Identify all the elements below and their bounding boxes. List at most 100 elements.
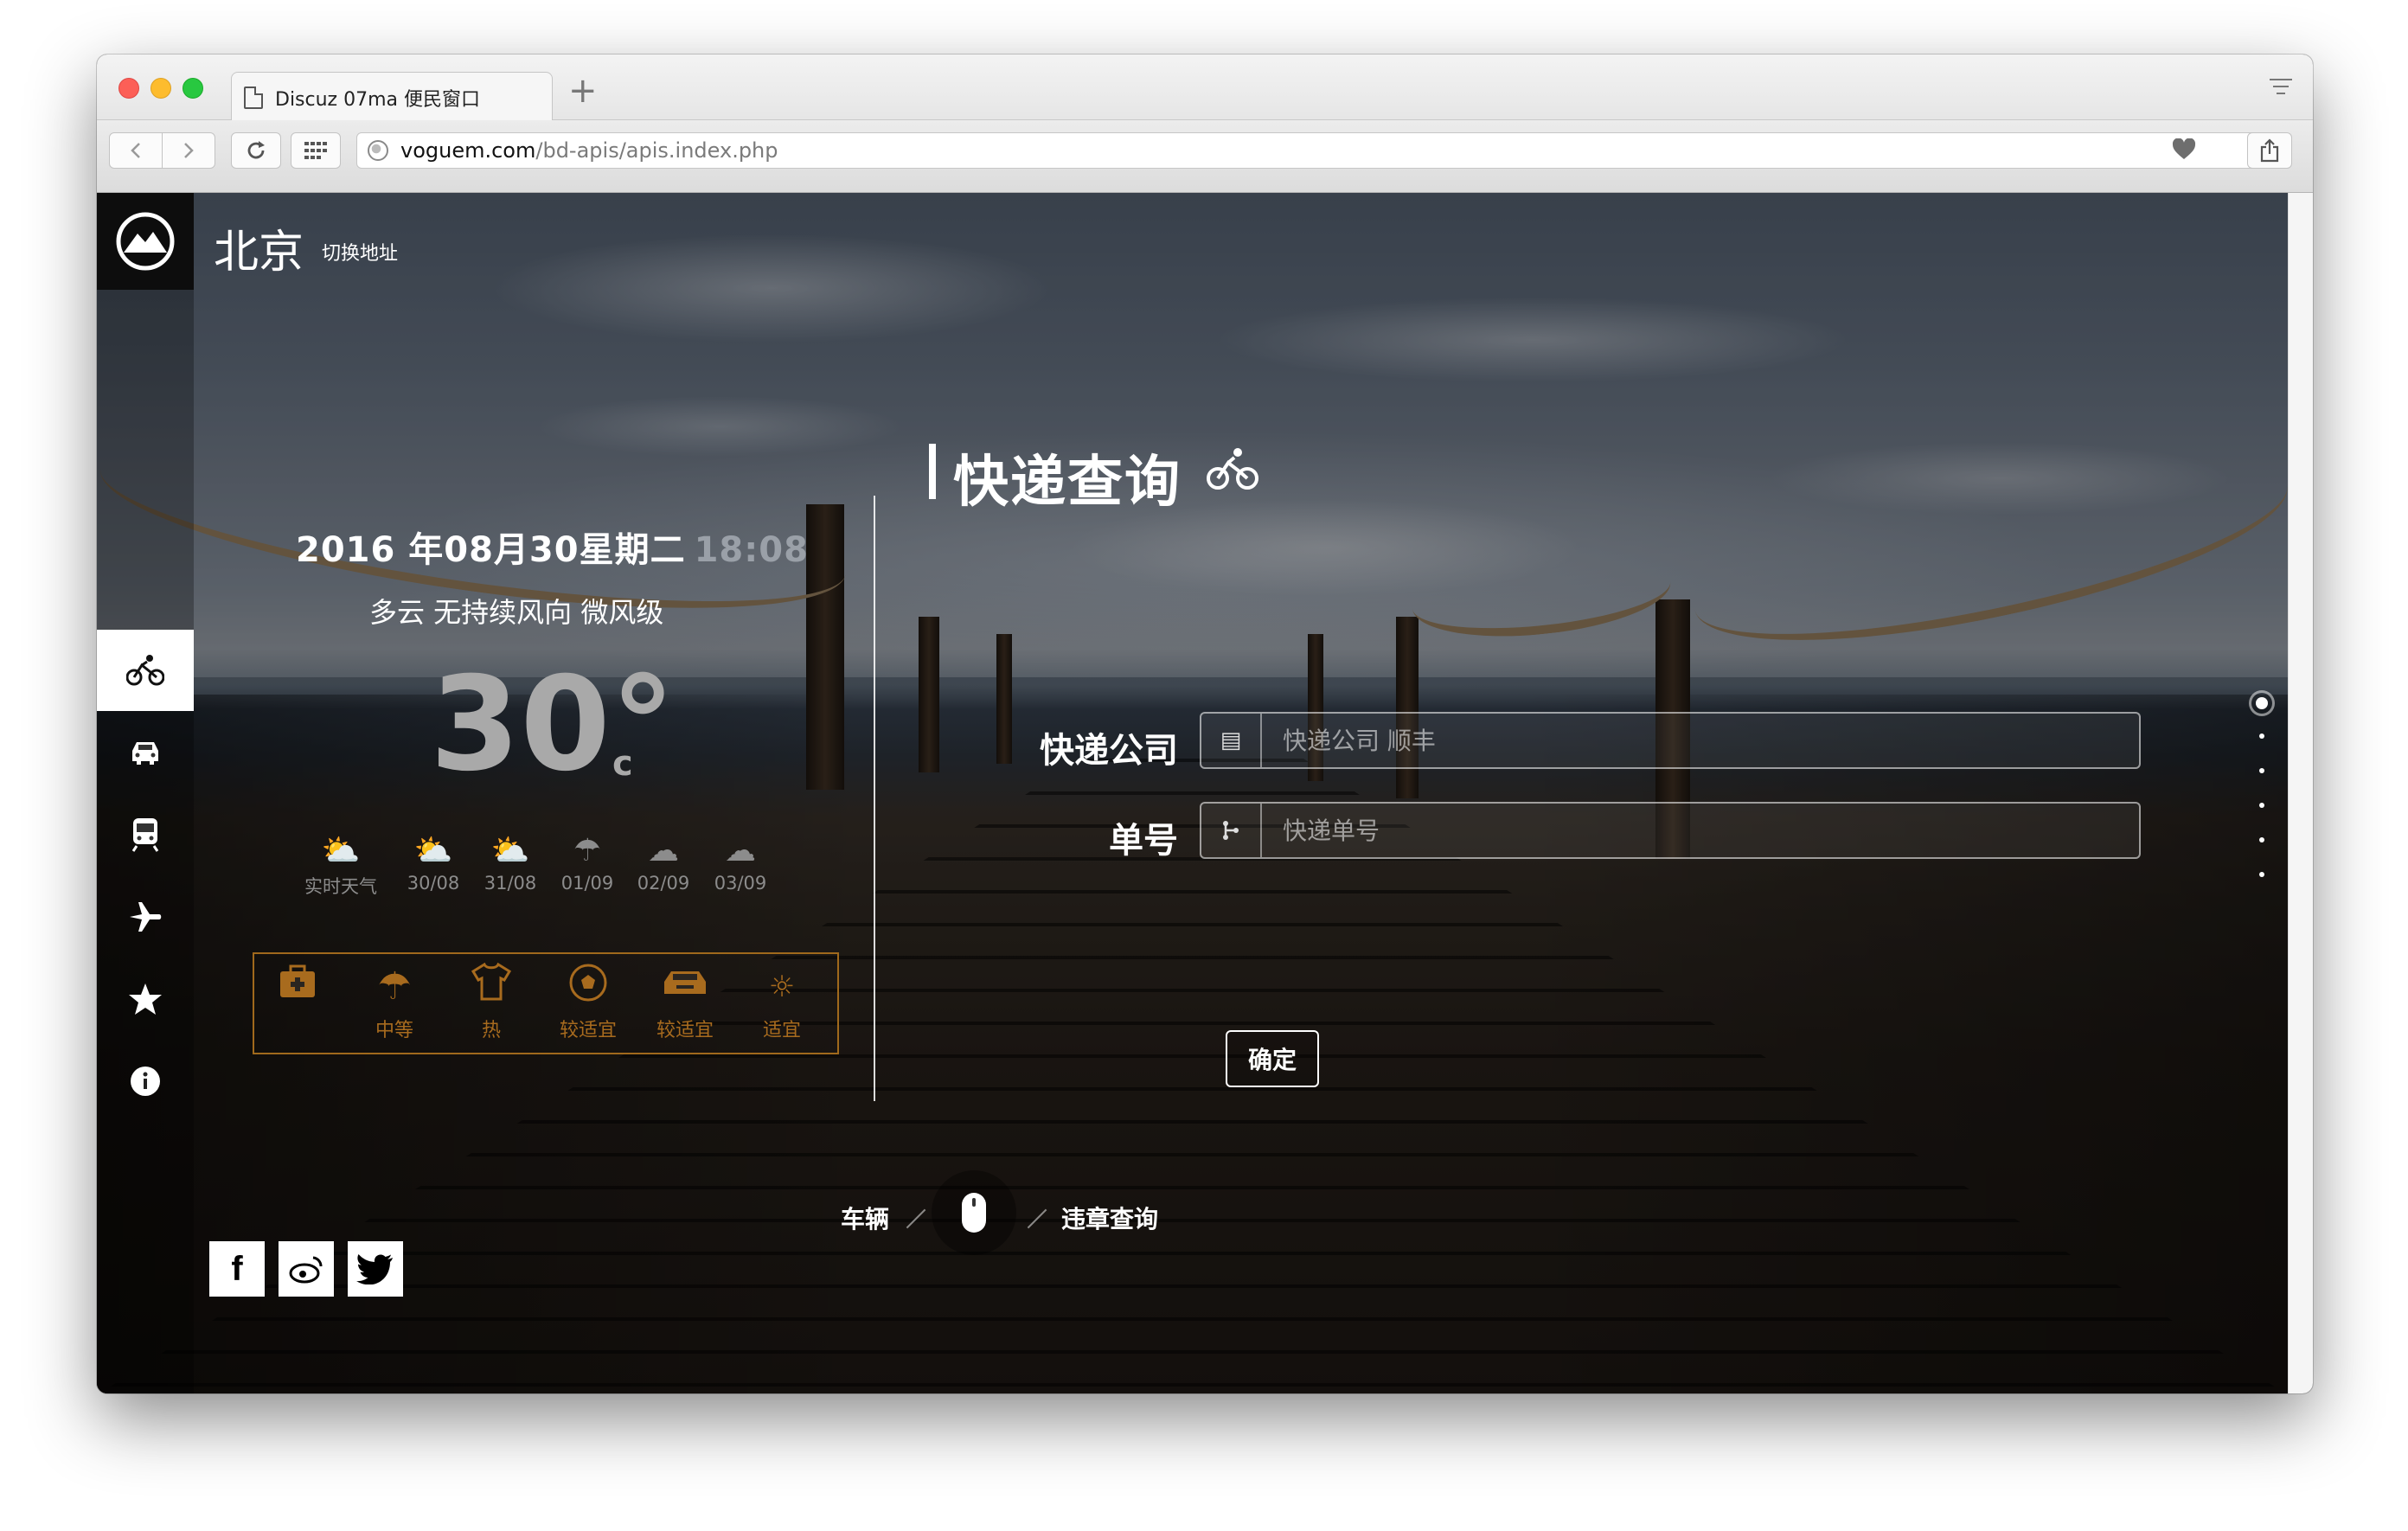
airplane-icon (130, 902, 162, 932)
mouse-icon (962, 1193, 986, 1233)
next-section-link[interactable]: 违章查询 (1061, 1201, 1158, 1235)
tab-title: Discuz 07ma 便民窗口 (275, 88, 480, 111)
new-tab-button[interactable]: + (568, 74, 598, 108)
life-index-item (254, 963, 341, 1015)
forecast-item: ☁ 03/09 (701, 833, 779, 894)
section-dot[interactable] (2259, 837, 2264, 842)
share-icon (2260, 138, 2279, 163)
life-index-item: 较适宜 (545, 963, 631, 1042)
company-label: 快递公司 (1040, 731, 1178, 771)
company-input[interactable] (1262, 726, 2040, 755)
first-aid-icon (254, 963, 341, 1011)
info-icon (131, 1067, 160, 1096)
sun-icon: ☼ (768, 970, 796, 1004)
scroll-mouse-button[interactable] (932, 1170, 1016, 1255)
thunder-icon: ☁ (648, 833, 679, 868)
url-text: voguem.com/bd-apis/apis.index.php (400, 138, 778, 163)
browser-tab-active[interactable]: Discuz 07ma 便民窗口 (231, 72, 553, 122)
forecast-item: ⛅ 31/08 (471, 833, 549, 894)
browser-window: Discuz 07ma 便民窗口 + voguem.com/bd-apis/ap… (97, 54, 2313, 1393)
forecast-item: ☁ 02/09 (624, 833, 702, 894)
weather-description: 多云 无持续风向 微风级 (369, 596, 664, 629)
close-window-button[interactable] (118, 78, 139, 99)
number-label: 单号 (1109, 821, 1178, 861)
sidebar-item-favorites[interactable] (97, 958, 194, 1040)
scroll-nav: 车辆 违章查询 (841, 1166, 1187, 1261)
branch-icon (1201, 804, 1262, 857)
divider (874, 496, 875, 1101)
share-button[interactable] (2247, 132, 2292, 169)
facebook-icon[interactable]: f (209, 1241, 265, 1297)
back-button[interactable] (109, 132, 163, 169)
sidebar-item-flight[interactable] (97, 876, 194, 958)
life-index-item: ☂ 中等 (351, 963, 438, 1042)
umbrella-icon: ☂ (377, 964, 412, 1009)
partly-cloudy-icon: ⛅ (321, 833, 361, 868)
minimize-window-button[interactable] (150, 78, 171, 99)
weibo-icon[interactable] (279, 1241, 334, 1297)
browser-toolbar: voguem.com/bd-apis/apis.index.php (97, 120, 2313, 193)
sidebar-item-info[interactable] (97, 1041, 194, 1122)
life-index-item: ☼ 适宜 (739, 963, 825, 1042)
partly-cloudy-icon: ⛅ (413, 833, 453, 868)
twitter-icon[interactable] (348, 1241, 403, 1297)
number-field[interactable] (1200, 802, 2141, 859)
weather-date: 2016 年08月30星期二 18:08 (296, 530, 809, 570)
section-dot[interactable] (2259, 872, 2264, 877)
life-index-panel: ☂ 中等 热 较适宜 较适宜 ☼ 适宜 (253, 952, 839, 1054)
section-dot[interactable] (2259, 768, 2264, 773)
weather-time: 18:08 (694, 530, 809, 570)
prev-section-link[interactable]: 车辆 (841, 1201, 889, 1235)
car-wash-icon (642, 963, 728, 1011)
company-field[interactable]: ▤ (1200, 712, 2141, 769)
page-icon (244, 86, 263, 109)
section-dot-active[interactable] (2249, 690, 2275, 716)
train-icon (131, 818, 159, 852)
tshirt-icon (448, 962, 535, 1011)
forecast-item: ⛅ 实时天气 (302, 833, 380, 899)
number-input[interactable] (1262, 816, 2040, 845)
reload-icon (247, 141, 265, 159)
maximize-window-button[interactable] (183, 78, 203, 99)
address-bar[interactable]: voguem.com/bd-apis/apis.index.php (356, 132, 2280, 169)
sidebar-item-car[interactable] (97, 712, 194, 793)
chevron-left-icon (131, 143, 140, 158)
grid-icon (304, 142, 327, 159)
express-title: 快递查询 (953, 451, 1182, 515)
tab-bar: Discuz 07ma 便民窗口 + (97, 54, 2313, 122)
logo[interactable] (97, 193, 194, 290)
forecast-item: ⛅ 30/08 (394, 833, 472, 894)
page-scrollbar[interactable] (2288, 193, 2313, 1393)
rain-icon: ☂ (573, 833, 602, 868)
temperature: 30° (430, 650, 676, 800)
city-name: 北京 (214, 227, 304, 279)
section-dot[interactable] (2259, 803, 2264, 808)
top-sites-button[interactable] (291, 132, 341, 169)
forward-button[interactable] (162, 132, 215, 169)
life-index-item: 热 (448, 962, 535, 1042)
car-icon (132, 742, 158, 765)
sidebar-item-train[interactable] (97, 794, 194, 875)
life-index-item: 较适宜 (642, 963, 728, 1042)
globe-icon (368, 140, 388, 161)
bicycle-icon (126, 655, 164, 686)
sidebar (97, 193, 194, 1393)
heart-icon[interactable] (2172, 138, 2196, 167)
sidebar-item-express[interactable] (97, 630, 194, 711)
tab-overview-icon[interactable] (2270, 79, 2292, 98)
title-accent-bar (929, 444, 936, 499)
mountain-logo-icon (116, 212, 175, 271)
section-dot[interactable] (2259, 733, 2264, 739)
confirm-button[interactable]: 确定 (1226, 1030, 1319, 1087)
bicycle-icon (1207, 448, 1258, 490)
chevron-right-icon (184, 143, 194, 158)
partly-cloudy-icon: ⛅ (490, 833, 530, 868)
forecast-item: ☂ 01/09 (548, 833, 626, 894)
list-icon: ▤ (1201, 714, 1262, 767)
cloudy-icon: ☁ (725, 833, 756, 868)
reload-button[interactable] (231, 132, 281, 169)
switch-address-link[interactable]: 切换地址 (322, 238, 398, 266)
page-viewport: 北京 切换地址 2016 年08月30星期二 18:08 多云 无持续风向 微风级… (97, 193, 2288, 1393)
ball-icon (545, 963, 631, 1011)
temperature-unit: c (612, 744, 633, 784)
